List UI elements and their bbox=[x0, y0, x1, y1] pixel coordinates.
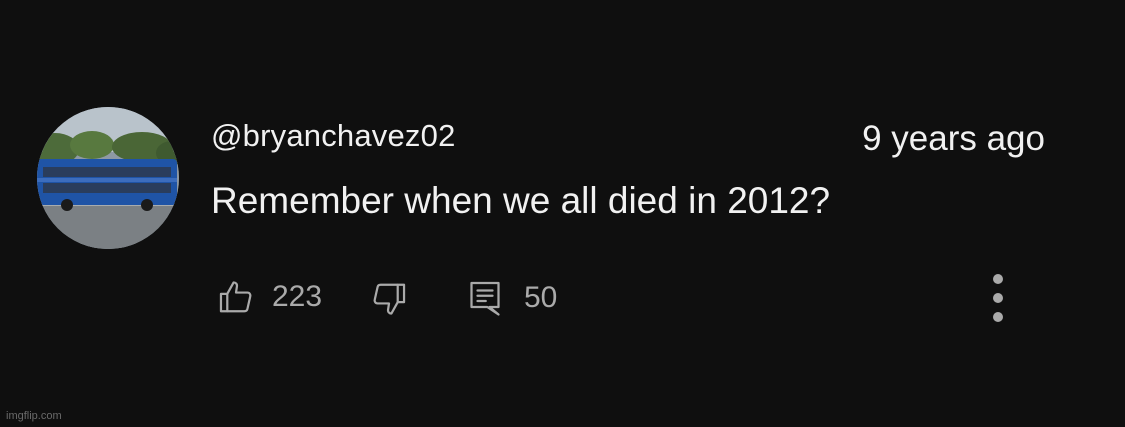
dislike-button[interactable] bbox=[370, 280, 408, 318]
like-button[interactable]: 223 bbox=[217, 278, 322, 316]
comment-text: Remember when we all died in 2012? bbox=[211, 180, 831, 221]
more-vertical-icon[interactable] bbox=[986, 272, 1010, 324]
thumbs-down-icon bbox=[370, 280, 408, 318]
thumbs-up-icon bbox=[217, 278, 255, 316]
watermark: imgflip.com bbox=[6, 410, 62, 422]
reply-button[interactable]: 50 bbox=[467, 278, 557, 318]
comment-timestamp[interactable]: 9 years ago bbox=[862, 119, 1045, 159]
reply-count: 50 bbox=[524, 281, 558, 314]
like-count: 223 bbox=[272, 280, 323, 313]
comment-author[interactable]: @bryanchavez02 bbox=[211, 118, 456, 154]
avatar[interactable] bbox=[37, 107, 179, 249]
bus-photo-avatar-icon bbox=[37, 107, 179, 249]
reply-comment-icon bbox=[467, 278, 503, 318]
